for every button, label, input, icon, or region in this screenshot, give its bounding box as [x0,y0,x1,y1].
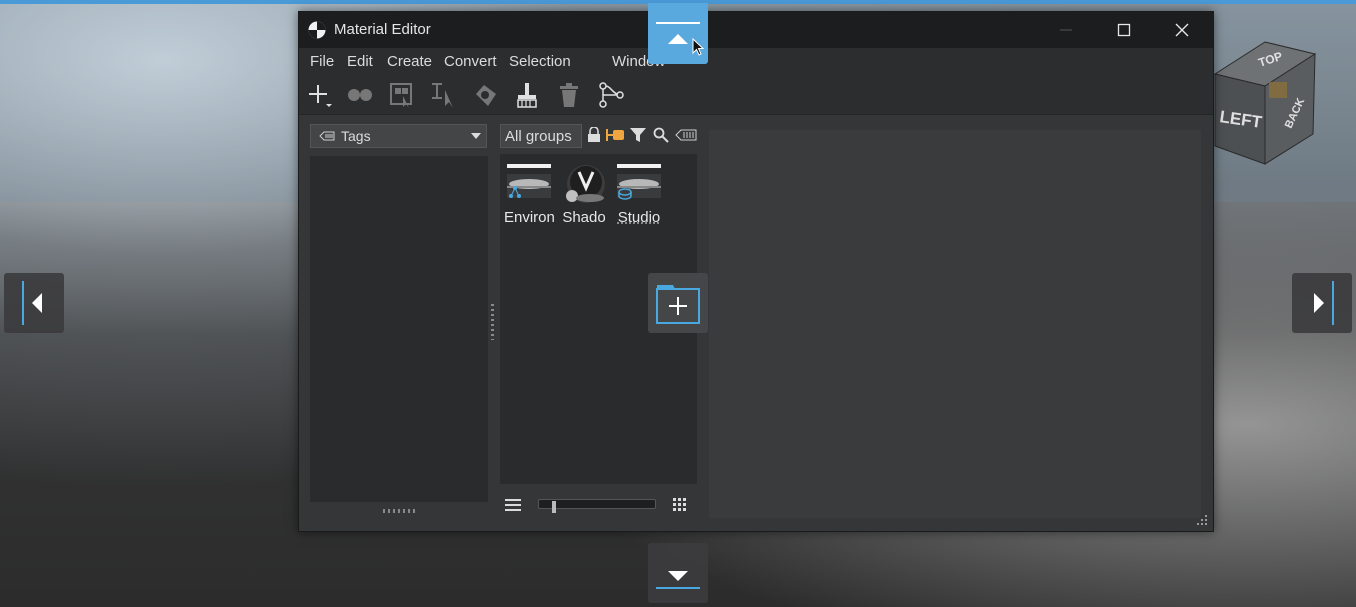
add-material-icon [309,85,332,107]
dock-left-button[interactable] [4,273,64,333]
select-objects-button[interactable] [386,80,416,110]
material-properties-panel[interactable] [709,130,1201,518]
material-editor-window: Material Editor File Edit Create Convert… [298,11,1214,532]
lock-button[interactable] [584,125,604,145]
search-icon [653,127,669,143]
assign-icon [606,129,624,141]
dock-bottom-button[interactable] [648,543,708,603]
graph-icon [599,82,624,108]
list-view-icon[interactable] [505,498,521,512]
menu-create[interactable]: Create [387,53,432,70]
material-item[interactable]: Studio [614,164,664,226]
viewcube[interactable]: TOP LEFT BACK [1205,34,1325,174]
materials-bottom-bar [500,492,697,518]
thumbnail-size-slider[interactable] [538,499,656,513]
new-tab-folder-icon [656,285,700,324]
window-title: Material Editor [334,21,431,38]
toolbar [299,74,1213,115]
app-logo-icon [308,21,326,39]
title-bar[interactable]: Material Editor [299,12,1213,48]
tag-filter-icon [675,129,697,141]
maximize-icon [1117,23,1131,37]
dock-right-button[interactable] [1292,273,1352,333]
maximize-button[interactable] [1095,12,1153,48]
mouse-cursor-icon [692,38,705,56]
assign-button[interactable] [605,125,625,145]
tag-filter-button[interactable] [674,125,698,145]
close-button[interactable] [1153,12,1211,48]
dock-as-tab-button[interactable] [648,273,708,333]
merge-icon [348,89,372,101]
close-icon [1175,23,1189,37]
material-item[interactable]: Shado [559,164,609,226]
tags-list-panel[interactable] [310,156,488,502]
menu-bar: File Edit Create Convert Selection Windo… [299,48,1213,74]
apply-icon [476,85,496,106]
search-button[interactable] [651,125,671,145]
material-item[interactable]: Environ [504,164,554,226]
tags-dropdown[interactable]: Tags [310,124,487,148]
grid-view-icon[interactable] [672,497,688,513]
merge-button[interactable] [345,80,375,110]
pick-icon [432,83,453,108]
add-material-button[interactable] [304,80,334,110]
menu-edit[interactable]: Edit [347,53,373,70]
menu-selection[interactable]: Selection [509,53,571,70]
delete-icon [560,83,578,107]
pick-material-button[interactable] [428,80,458,110]
menu-file[interactable]: File [310,53,334,70]
chevron-down-icon [471,133,481,139]
node-graph-button[interactable] [596,80,626,110]
cleanup-icon [517,83,537,108]
material-label: Studio [617,209,661,226]
tag-icon [319,131,335,141]
environment-thumbnail [507,164,551,206]
groups-dropdown[interactable]: All groups [500,124,582,148]
cleanup-button[interactable] [512,80,542,110]
tags-resize-grip[interactable] [383,509,417,513]
dock-bottom-icon [656,571,700,589]
filter-button[interactable] [628,125,648,145]
shadow-thumbnail [562,164,606,206]
dock-right-icon [1314,281,1334,325]
minimize-icon [1060,29,1072,31]
panel-splitter[interactable] [491,304,494,340]
groups-dropdown-label: All groups [505,128,572,145]
apply-material-button[interactable] [470,80,500,110]
menu-convert[interactable]: Convert [444,53,497,70]
delete-button[interactable] [554,80,584,110]
dock-left-icon [22,281,42,325]
material-label: Environ [504,209,554,226]
tags-dropdown-label: Tags [341,128,371,144]
minimize-button[interactable] [1037,12,1095,48]
resize-grip-icon[interactable] [1196,514,1208,526]
filter-icon [630,128,646,142]
material-label: Shado [562,209,606,226]
select-icon [390,83,412,108]
slider-handle[interactable] [552,501,556,513]
studio-thumbnail [617,164,661,206]
lock-icon [588,127,600,142]
